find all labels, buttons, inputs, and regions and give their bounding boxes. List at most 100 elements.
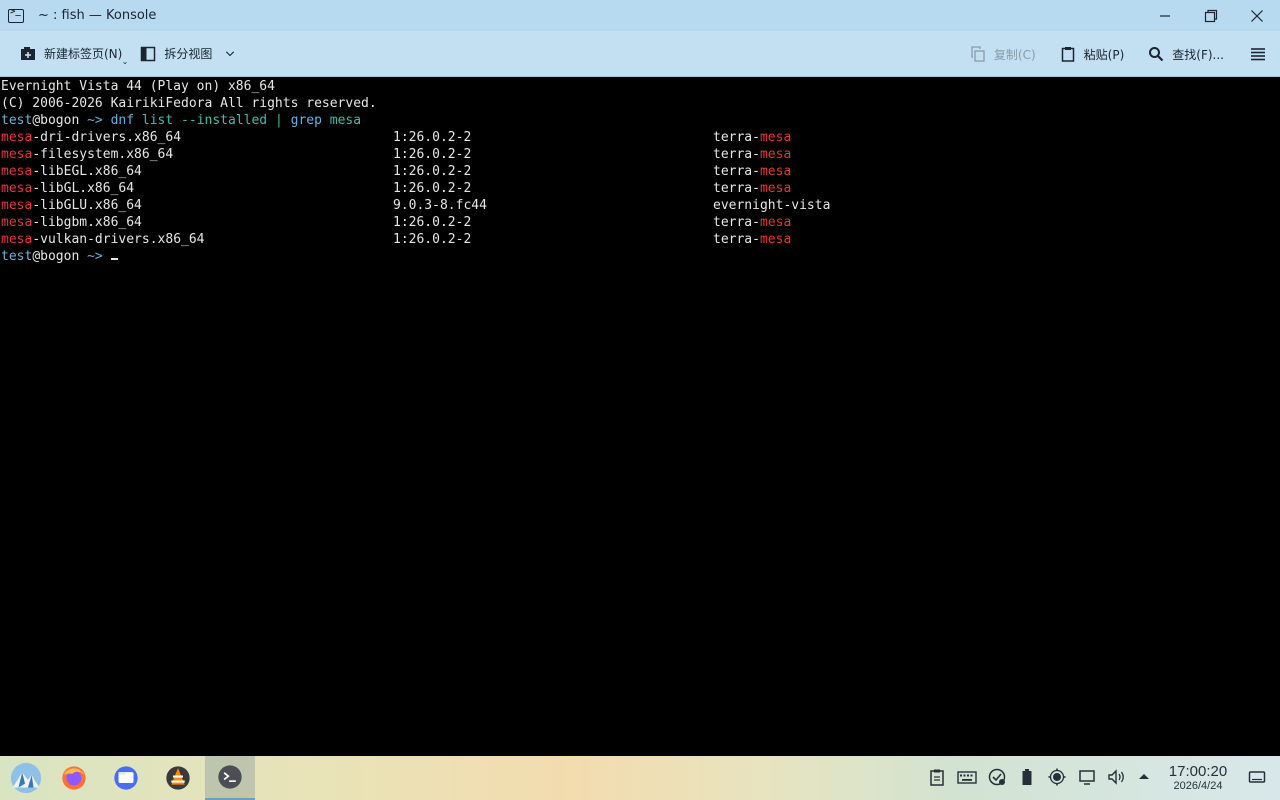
- new-tab-icon: [21, 46, 35, 60]
- new-tab-button[interactable]: 新建标签页(N) ⌄: [14, 39, 128, 69]
- clock[interactable]: 17:00:20 2026/4/24: [1160, 763, 1236, 793]
- display-icon[interactable]: [1078, 768, 1096, 786]
- package-version: 1:26.0.2-2: [393, 181, 472, 196]
- package-version: 1:26.0.2-2: [393, 164, 472, 179]
- app-launcher-button[interactable]: [8, 760, 44, 796]
- package-repo: terra-mesa: [713, 129, 791, 146]
- find-button[interactable]: 查找(F)...: [1142, 39, 1230, 69]
- hamburger-menu-button[interactable]: [1244, 39, 1272, 69]
- split-view-label: 拆分视图: [164, 47, 213, 61]
- package-row: mesa-dri-drivers.x86_64 1:26.0.2-2 terra-m…: [1, 129, 1280, 146]
- battery-icon[interactable]: [1018, 768, 1036, 786]
- package-row: mesa-vulkan-drivers.x86_64 1:26.0.2-2 terr…: [1, 231, 1280, 248]
- window-controls: [1142, 0, 1280, 31]
- taskbar: 17:00:20 2026/4/24: [0, 756, 1280, 800]
- volume-icon[interactable]: [1107, 768, 1127, 786]
- split-view-button[interactable]: 拆分视图: [134, 39, 242, 69]
- minimize-icon: [1160, 14, 1170, 17]
- repo-prefix: terra-: [713, 130, 760, 145]
- clock-date: 2026/4/24: [1173, 780, 1223, 792]
- match-highlight: mesa: [759, 232, 792, 247]
- vlc-icon: [166, 766, 190, 790]
- updates-icon[interactable]: [988, 768, 1006, 786]
- match-highlight: mesa: [759, 215, 792, 230]
- vlc-button[interactable]: [160, 760, 196, 796]
- package-name-rest: -libGL.x86_64: [32, 181, 135, 196]
- text-cursor: [110, 258, 118, 260]
- match-highlight: mesa: [759, 147, 792, 162]
- brightness-icon[interactable]: [1048, 768, 1066, 786]
- close-icon: [1251, 9, 1263, 22]
- search-icon: [1149, 47, 1164, 62]
- match-highlight: mesa: [1, 147, 33, 162]
- command-pattern: mesa: [321, 113, 362, 128]
- package-name: mesa-libgbm.x86_64: [1, 214, 142, 231]
- match-highlight: mesa: [1, 198, 33, 213]
- konsole-task-button[interactable]: [205, 756, 255, 800]
- paste-icon: [1061, 47, 1074, 62]
- prompt-host: @bogon: [32, 249, 80, 264]
- package-name: mesa-dri-drivers.x86_64: [1, 129, 181, 146]
- package-version: 1:26.0.2-2: [393, 130, 472, 145]
- package-row: mesa-libEGL.x86_64 1:26.0.2-2 terra-mesa: [1, 163, 1280, 180]
- banner-line: Evernight Vista 44 (Play on) x86_64: [1, 79, 275, 94]
- konsole-window: ~ : fish — Konsole 新建标签页(N) ⌄: [0, 0, 1280, 800]
- match-highlight: mesa: [1, 232, 33, 247]
- command-flag: --installed: [173, 113, 268, 128]
- app-launcher-icon: [10, 762, 42, 794]
- file-manager-icon: [114, 766, 138, 790]
- title-bar[interactable]: ~ : fish — Konsole: [0, 0, 1280, 31]
- firefox-button[interactable]: [56, 760, 92, 796]
- minimize-button[interactable]: [1142, 0, 1188, 31]
- repo-prefix: terra-: [713, 164, 760, 179]
- match-highlight: mesa: [1, 215, 33, 230]
- package-version: 1:26.0.2-2: [393, 232, 472, 247]
- package-row: mesa -libGL.x86_64 1:26.0.2-2 terra-mesa: [1, 180, 1280, 197]
- command-grep: grep: [282, 113, 322, 128]
- prompt-host: @bogon: [32, 113, 80, 128]
- match-highlight: mesa: [1, 130, 33, 145]
- restore-button[interactable]: [1188, 0, 1234, 31]
- package-name: mesa-filesystem.x86_64: [1, 146, 173, 163]
- package-version: 1:26.0.2-2: [393, 215, 472, 230]
- repo-prefix: terra-: [713, 232, 760, 247]
- package-row: mesa-libGLU.x86_64 9.0.3-8.fc44 evernight-…: [1, 197, 1280, 214]
- tray-expand-icon[interactable]: [1137, 768, 1151, 786]
- package-name-rest: -vulkan-drivers.x86_64: [32, 232, 205, 247]
- repo-prefix: terra-: [713, 181, 760, 196]
- prompt-user: test: [1, 249, 33, 264]
- package-version: 9.0.3-8.fc44: [393, 198, 487, 213]
- new-tab-menu-arrow[interactable]: ⌄: [122, 57, 129, 66]
- package-name: mesa-libEGL.x86_64: [1, 163, 142, 180]
- file-manager-button[interactable]: [108, 760, 144, 796]
- clipboard-icon[interactable]: [928, 768, 946, 786]
- prompt-path: ~>: [79, 113, 111, 128]
- match-highlight: mesa: [759, 130, 792, 145]
- clock-time: 17:00:20: [1168, 763, 1228, 780]
- package-name: mesa-vulkan-drivers.x86_64: [1, 231, 205, 248]
- show-desktop-icon[interactable]: [1248, 768, 1266, 786]
- package-name-rest: -filesystem.x86_64: [32, 147, 174, 162]
- copyright-line: (C) 2006-2026 KairikiFedora All rights r…: [1, 96, 377, 111]
- match-highlight: mesa: [1, 164, 33, 179]
- copy-label: 复制(C): [993, 47, 1036, 62]
- repo-prefix: terra-: [713, 215, 760, 230]
- package-repo: terra-mesa: [713, 231, 791, 248]
- find-label: 查找(F)...: [1172, 47, 1224, 62]
- close-button[interactable]: [1234, 0, 1280, 31]
- chevron-down-icon: [226, 50, 235, 56]
- command-pipe: |: [267, 113, 283, 128]
- terminal-view[interactable]: Evernight Vista 44 (Play on) x86_64 (C) …: [0, 77, 1280, 756]
- firefox-icon: [62, 766, 86, 790]
- match-highlight: mesa: [759, 181, 792, 196]
- split-view-icon: [141, 46, 156, 61]
- restore-icon: [1204, 9, 1218, 22]
- package-repo: terra-mesa: [713, 180, 791, 197]
- keyboard-icon[interactable]: [957, 768, 977, 786]
- current-prompt-line: test@bogon ~>: [1, 248, 1280, 265]
- paste-button[interactable]: 粘贴(P): [1054, 39, 1131, 69]
- match-highlight: mesa: [759, 164, 792, 179]
- konsole-app-icon[interactable]: [8, 7, 24, 23]
- hamburger-menu-icon: [1251, 48, 1265, 61]
- copy-button[interactable]: 复制(C): [964, 39, 1042, 69]
